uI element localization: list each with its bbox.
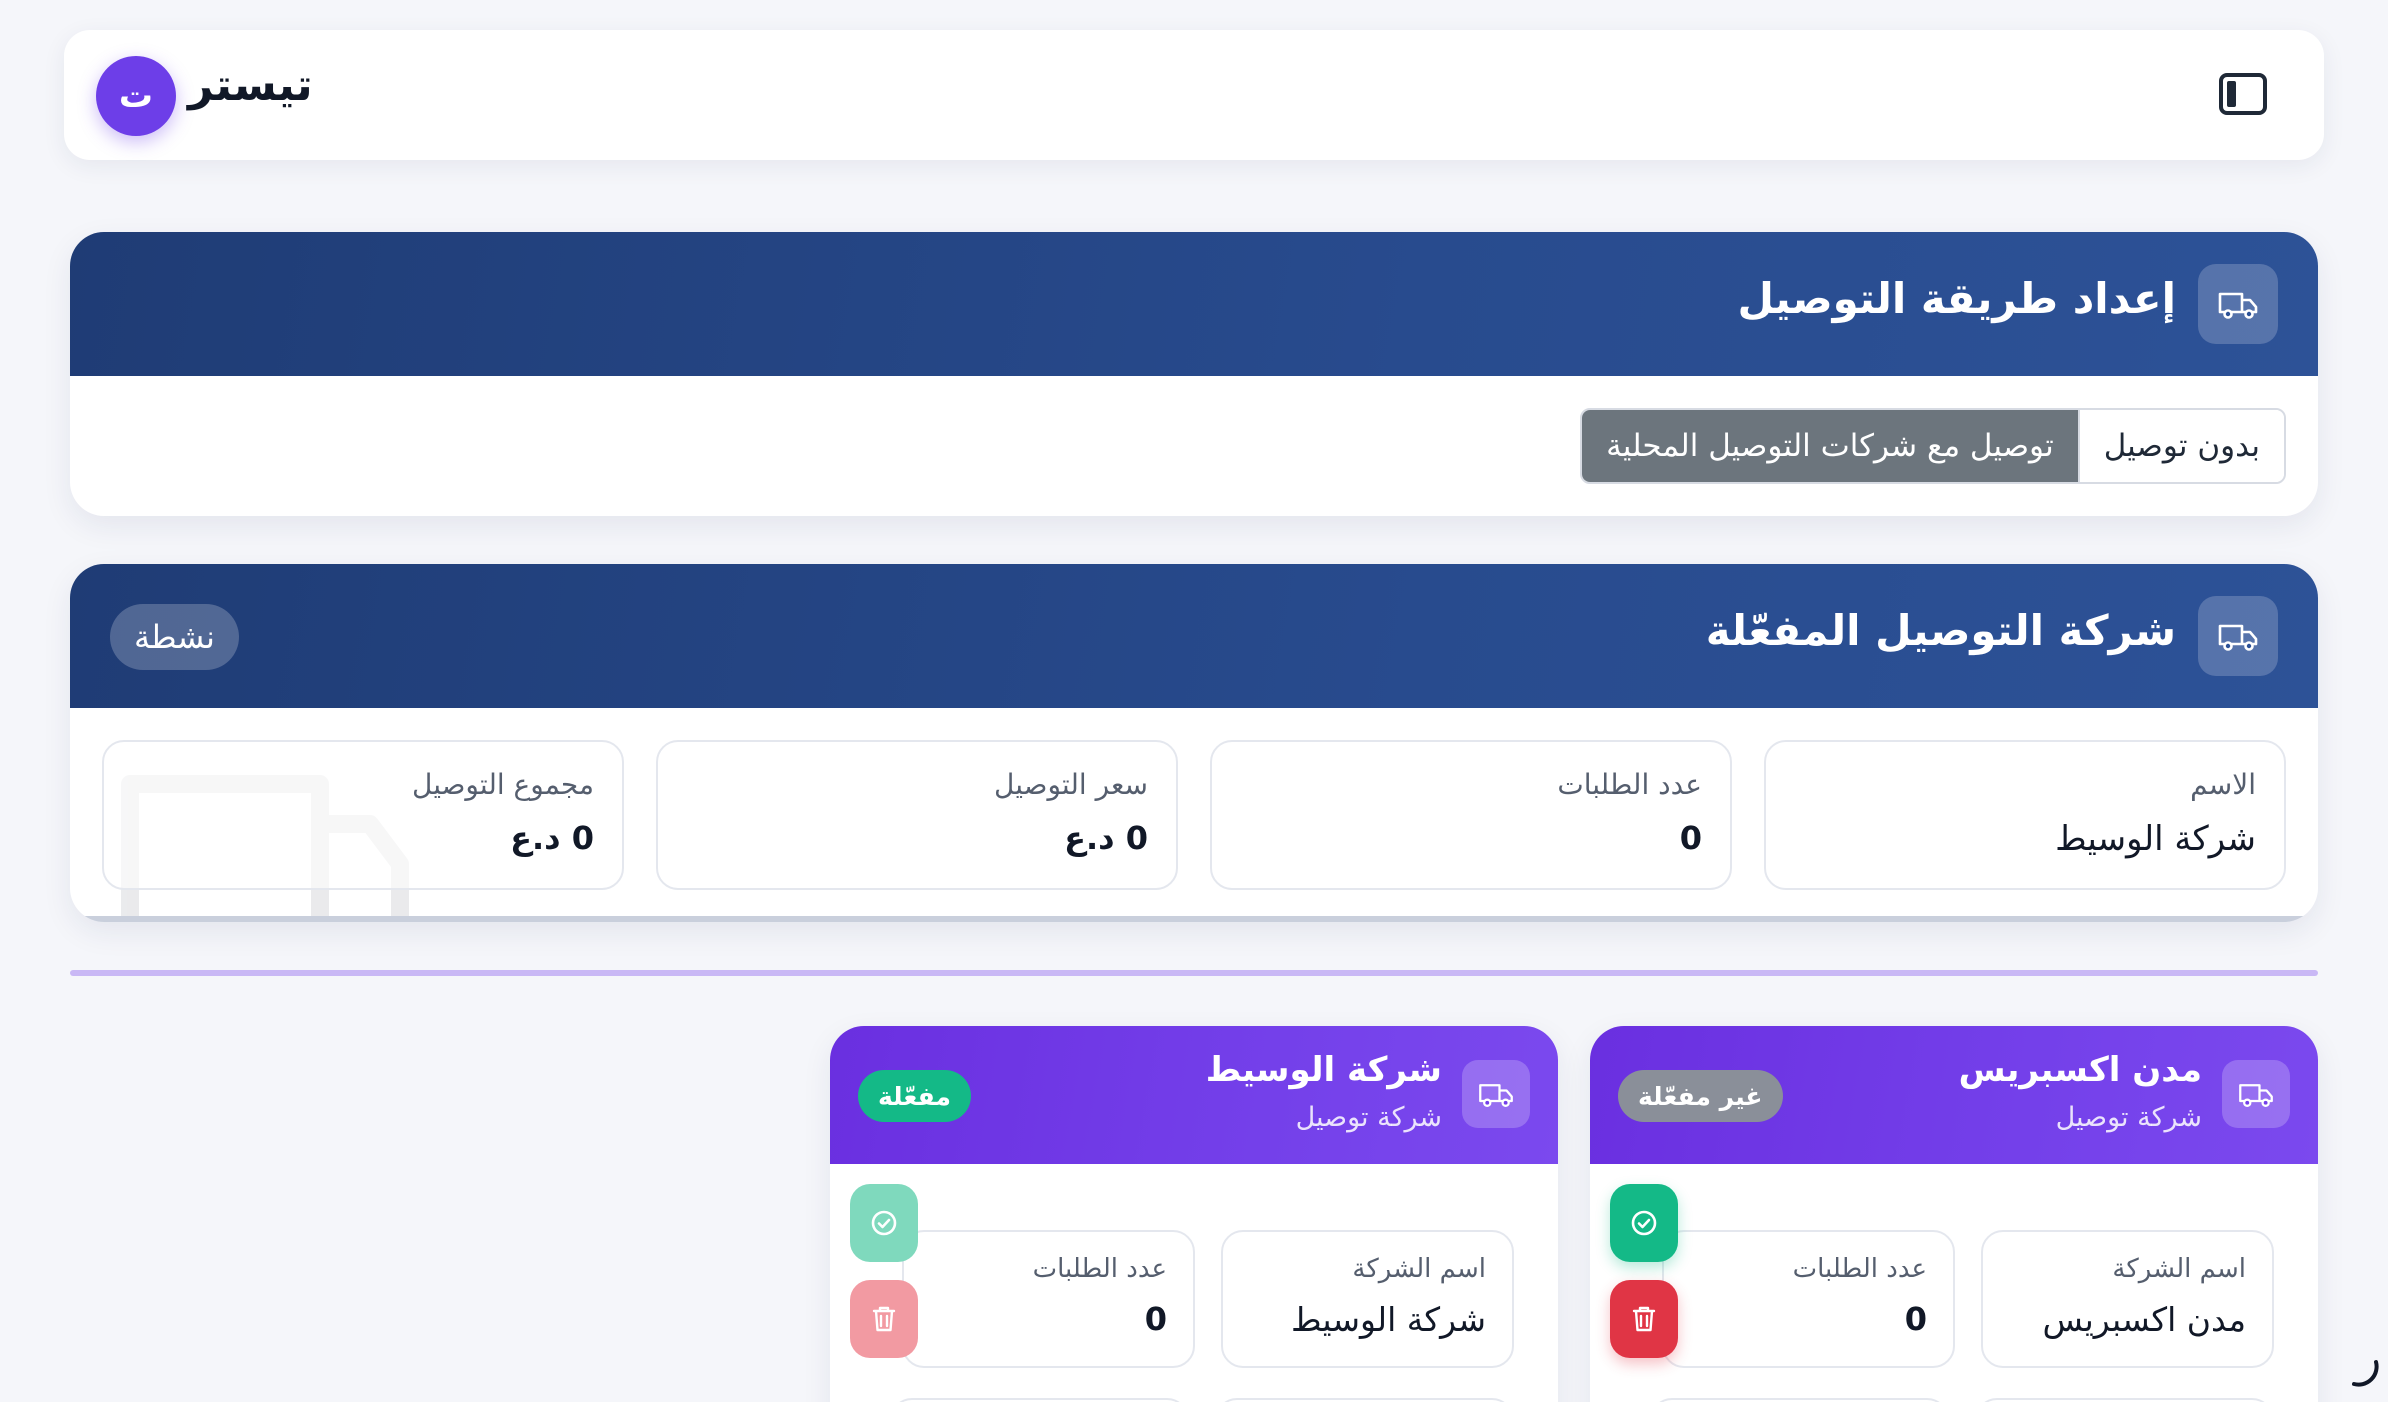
delivery-method-title: إعداد طريقة التوصيل	[1737, 274, 2176, 323]
stat-label: عدد الطلبات	[1557, 768, 1702, 801]
company-type: شركة توصيل	[2055, 1102, 2202, 1133]
check-circle-icon	[1631, 1210, 1657, 1236]
option-no-delivery[interactable]: بدون توصيل	[2079, 410, 2284, 482]
stat-value: 0 د.ع	[1064, 819, 1148, 857]
loading-spinner-icon	[2352, 1360, 2379, 1387]
stat-label: اسم الشركة	[1352, 1254, 1486, 1284]
truck-icon	[2198, 264, 2278, 344]
activate-button[interactable]	[850, 1184, 918, 1262]
stat-label: سعر التوصيل	[994, 768, 1148, 801]
stat-company-name: اسم الشركة مدن اكسبريس	[1981, 1230, 2274, 1368]
company-card-madinexpress: مدن اكسبريس شركة توصيل غير مفعّلة اسم ال…	[1590, 1026, 2318, 1402]
stat-value: شركة الوسيط	[1291, 1300, 1486, 1339]
stat-delivery-total: مجموع التوصيل 0 د.ع	[102, 740, 624, 890]
stat-label: عدد الطلبات	[1032, 1254, 1167, 1284]
company-stats: اسم الشركة شركة الوسيط عدد الطلبات 0	[902, 1230, 1514, 1368]
status-badge: نشطة	[110, 604, 239, 670]
stat-orders-count: عدد الطلبات 0	[1210, 740, 1732, 890]
activate-button[interactable]	[1610, 1184, 1678, 1262]
stat-label: مجموع التوصيل	[412, 768, 594, 801]
top-navbar: ت تيستر	[64, 30, 2324, 160]
stat-delivery-price: سعر التوصيل 0 د.ع	[656, 740, 1178, 890]
section-divider	[70, 970, 2318, 976]
truck-icon	[2198, 596, 2278, 676]
stat-value: 0 د.ع	[510, 819, 594, 857]
company-header: شركة الوسيط شركة توصيل مفعّلة	[830, 1026, 1558, 1164]
trash-icon	[1632, 1306, 1656, 1332]
stat-value: مدن اكسبريس	[2042, 1300, 2246, 1339]
delivery-method-header: إعداد طريقة التوصيل	[70, 232, 2318, 376]
sidebar-toggle-button[interactable]	[2218, 72, 2268, 116]
card-bottom-strip	[70, 916, 2318, 922]
status-badge: مفعّلة	[858, 1070, 971, 1122]
company-name: شركة الوسيط	[1205, 1050, 1442, 1090]
sidebar-toggle-icon	[2219, 73, 2267, 115]
brand-avatar[interactable]: ت	[96, 56, 176, 136]
delivery-method-toggle: بدون توصيل توصيل مع شركات التوصيل المحلي…	[1580, 408, 2286, 484]
stat-value: 0	[1904, 1300, 1927, 1338]
stat-value: 0	[1679, 819, 1702, 857]
stat-label: اسم الشركة	[2112, 1254, 2246, 1284]
stat-value: 0	[1144, 1300, 1167, 1338]
company-stats: اسم الشركة مدن اكسبريس عدد الطلبات 0	[1662, 1230, 2274, 1368]
company-card-alwaseet: شركة الوسيط شركة توصيل مفعّلة اسم الشركة…	[830, 1026, 1558, 1402]
stat-label: عدد الطلبات	[1792, 1254, 1927, 1284]
truck-icon	[2222, 1060, 2290, 1128]
delivery-method-card: إعداد طريقة التوصيل بدون توصيل توصيل مع …	[70, 232, 2318, 516]
stat-value: شركة الوسيط	[2055, 819, 2256, 859]
status-badge: غير مفعّلة	[1618, 1070, 1783, 1122]
active-company-stats: الاسم شركة الوسيط عدد الطلبات 0 سعر التو…	[102, 740, 2286, 890]
delete-button[interactable]	[1610, 1280, 1678, 1358]
company-extra-stats	[890, 1398, 1514, 1402]
stat-orders-count: عدد الطلبات 0	[1662, 1230, 1955, 1368]
check-circle-icon	[871, 1210, 897, 1236]
trash-icon	[872, 1306, 896, 1332]
stat-company-name: اسم الشركة شركة الوسيط	[1221, 1230, 1514, 1368]
option-local-delivery-companies[interactable]: توصيل مع شركات التوصيل المحلية	[1582, 410, 2080, 482]
stat-label: الاسم	[2190, 768, 2256, 801]
truck-icon	[1462, 1060, 1530, 1128]
company-extra-stats	[1650, 1398, 2274, 1402]
active-company-header: شركة التوصيل المفعّلة نشطة	[70, 564, 2318, 708]
company-header: مدن اكسبريس شركة توصيل غير مفعّلة	[1590, 1026, 2318, 1164]
stat-orders-count: عدد الطلبات 0	[902, 1230, 1195, 1368]
company-type: شركة توصيل	[1295, 1102, 1442, 1133]
active-company-card: شركة التوصيل المفعّلة نشطة الاسم شركة ال…	[70, 564, 2318, 922]
stat-name: الاسم شركة الوسيط	[1764, 740, 2286, 890]
active-company-title: شركة التوصيل المفعّلة	[1705, 606, 2176, 655]
delete-button[interactable]	[850, 1280, 918, 1358]
brand-name: تيستر	[188, 60, 313, 111]
company-name: مدن اكسبريس	[1958, 1050, 2202, 1090]
